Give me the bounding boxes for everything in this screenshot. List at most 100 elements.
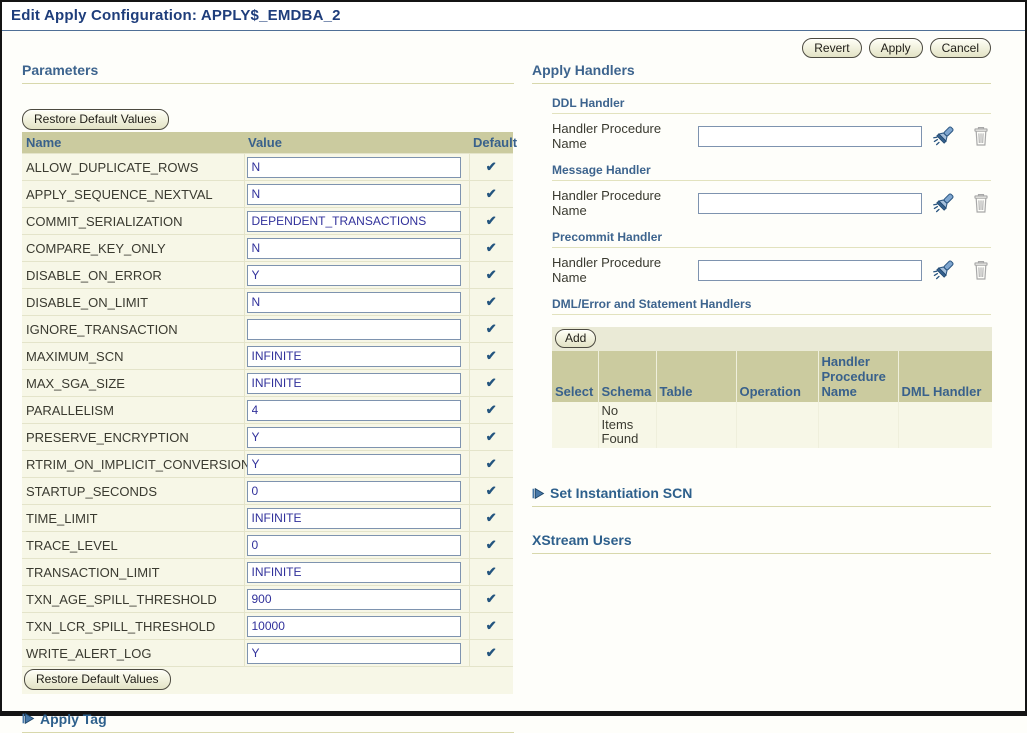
parameter-row: IGNORE_TRANSACTION✔ xyxy=(22,316,513,343)
revert-button[interactable]: Revert xyxy=(802,38,861,58)
parameter-name: MAX_SGA_SIZE xyxy=(22,370,244,397)
set-instantiation-scn-toggle[interactable]: Set Instantiation SCN xyxy=(532,485,991,507)
parameter-value-cell xyxy=(244,316,469,343)
apply-tag-section-toggle[interactable]: Apply Tag xyxy=(22,711,514,733)
flashlight-icon[interactable] xyxy=(932,191,956,215)
parameters-table-body: ALLOW_DUPLICATE_ROWS ✔ APPLY_SEQUENCE_NEXT… xyxy=(22,154,513,667)
parameter-value-cell xyxy=(244,505,469,532)
apply-tag-label: Apply Tag xyxy=(40,711,107,727)
parameter-value-input[interactable] xyxy=(247,643,461,664)
apply-button[interactable]: Apply xyxy=(869,38,923,58)
dml-column-header: Schema xyxy=(598,351,656,402)
parameter-value-input[interactable] xyxy=(247,184,461,205)
handler-subsections: DDL Handler Handler Procedure Name xyxy=(552,96,991,448)
parameter-value-input[interactable] xyxy=(247,562,461,583)
parameter-value-input[interactable] xyxy=(247,373,461,394)
parameter-value-input[interactable] xyxy=(247,211,461,232)
xstream-users-heading: XStream Users xyxy=(532,532,991,554)
parameter-value-input[interactable] xyxy=(247,427,461,448)
dml-column-header: Table xyxy=(656,351,736,402)
parameter-value-input[interactable] xyxy=(247,265,461,286)
message-handler-procedure-label: Handler Procedure Name xyxy=(552,188,698,218)
message-handler-heading: Message Handler xyxy=(552,163,991,181)
default-checkmark: ✔ xyxy=(469,559,513,586)
flashlight-icon[interactable] xyxy=(932,124,956,148)
parameter-value-input[interactable] xyxy=(247,292,461,313)
ddl-handler-procedure-input[interactable] xyxy=(698,126,922,147)
parameter-row: TRACE_LEVEL ✔ xyxy=(22,532,513,559)
default-checkmark: ✔ xyxy=(469,208,513,235)
parameter-row: TRANSACTION_LIMIT✔ xyxy=(22,559,513,586)
parameter-value-input[interactable] xyxy=(247,400,461,421)
disclosure-triangle-icon xyxy=(22,712,35,725)
parameter-row: COMPARE_KEY_ONLY✔ xyxy=(22,235,513,262)
add-handler-button[interactable]: Add xyxy=(555,329,596,348)
trash-icon[interactable] xyxy=(971,260,991,281)
page-content: Parameters Restore Default Values Name V… xyxy=(2,31,1025,733)
default-checkmark: ✔ xyxy=(469,316,513,343)
parameter-value-cell xyxy=(244,154,469,181)
dml-empty-row: No Items Found xyxy=(552,402,992,448)
dml-empty-cell xyxy=(552,402,598,448)
parameter-value-input[interactable] xyxy=(247,508,461,529)
parameter-value-input[interactable] xyxy=(247,481,461,502)
parameter-name: TRACE_LEVEL xyxy=(22,532,244,559)
dml-column-header: Handler Procedure Name xyxy=(818,351,898,402)
dml-column-header: Select xyxy=(552,351,598,402)
default-checkmark: ✔ xyxy=(469,532,513,559)
precommit-handler-procedure-input[interactable] xyxy=(698,260,922,281)
trash-icon[interactable] xyxy=(971,193,991,214)
parameter-name: ALLOW_DUPLICATE_ROWS xyxy=(22,154,244,181)
parameters-panel: Parameters Restore Default Values Name V… xyxy=(22,31,514,733)
column-header-default: Default xyxy=(469,132,513,154)
precommit-handler-heading: Precommit Handler xyxy=(552,230,991,248)
dml-empty-message: No Items Found xyxy=(598,402,656,448)
apply-handlers-heading: Apply Handlers xyxy=(532,62,991,84)
precommit-handler-row: Handler Procedure Name xyxy=(552,255,991,285)
parameter-row: DISABLE_ON_ERROR✔ xyxy=(22,262,513,289)
dml-add-toolbar: Add xyxy=(552,327,992,351)
message-handler-procedure-input[interactable] xyxy=(698,193,922,214)
parameter-name: TXN_LCR_SPILL_THRESHOLD xyxy=(22,613,244,640)
parameter-name: MAXIMUM_SCN xyxy=(22,343,244,370)
restore-default-values-button-bottom[interactable]: Restore Default Values xyxy=(24,669,171,690)
parameter-value-input[interactable] xyxy=(247,346,461,367)
parameter-row: COMMIT_SERIALIZATION ✔ xyxy=(22,208,513,235)
column-header-name: Name xyxy=(22,132,244,154)
default-checkmark: ✔ xyxy=(469,613,513,640)
parameter-value-cell xyxy=(244,262,469,289)
parameter-row: STARTUP_SECONDS✔ xyxy=(22,478,513,505)
default-checkmark: ✔ xyxy=(469,181,513,208)
parameter-value-input[interactable] xyxy=(247,589,461,610)
precommit-handler-procedure-label: Handler Procedure Name xyxy=(552,255,698,285)
dml-handlers-table: SelectSchemaTableOperationHandler Proced… xyxy=(552,351,992,448)
parameter-value-input[interactable] xyxy=(247,535,461,556)
dml-empty-cell xyxy=(898,402,992,448)
parameter-row: TXN_AGE_SPILL_THRESHOLD ✔ xyxy=(22,586,513,613)
parameter-value-cell xyxy=(244,586,469,613)
parameter-value-input[interactable] xyxy=(247,319,461,340)
parameter-value-cell xyxy=(244,451,469,478)
parameter-row: TIME_LIMIT✔ xyxy=(22,505,513,532)
parameter-value-input[interactable] xyxy=(247,616,461,637)
default-checkmark: ✔ xyxy=(469,343,513,370)
parameter-name: COMMIT_SERIALIZATION xyxy=(22,208,244,235)
parameter-value-input[interactable] xyxy=(247,238,461,259)
parameter-value-cell xyxy=(244,424,469,451)
default-checkmark: ✔ xyxy=(469,262,513,289)
parameter-value-input[interactable] xyxy=(247,157,461,178)
parameter-row: ALLOW_DUPLICATE_ROWS ✔ xyxy=(22,154,513,181)
cancel-button[interactable]: Cancel xyxy=(930,38,991,58)
default-checkmark: ✔ xyxy=(469,586,513,613)
trash-icon[interactable] xyxy=(971,126,991,147)
default-checkmark: ✔ xyxy=(469,397,513,424)
parameter-value-input[interactable] xyxy=(247,454,461,475)
default-checkmark: ✔ xyxy=(469,154,513,181)
apply-handlers-panel: Revert Apply Cancel Apply Handlers DDL H… xyxy=(532,31,991,733)
parameter-name: APPLY_SEQUENCE_NEXTVAL xyxy=(22,181,244,208)
dml-empty-cell xyxy=(736,402,818,448)
restore-default-values-button-top[interactable]: Restore Default Values xyxy=(22,109,169,130)
parameter-name: TXN_AGE_SPILL_THRESHOLD xyxy=(22,586,244,613)
flashlight-icon[interactable] xyxy=(932,258,956,282)
default-checkmark: ✔ xyxy=(469,640,513,667)
